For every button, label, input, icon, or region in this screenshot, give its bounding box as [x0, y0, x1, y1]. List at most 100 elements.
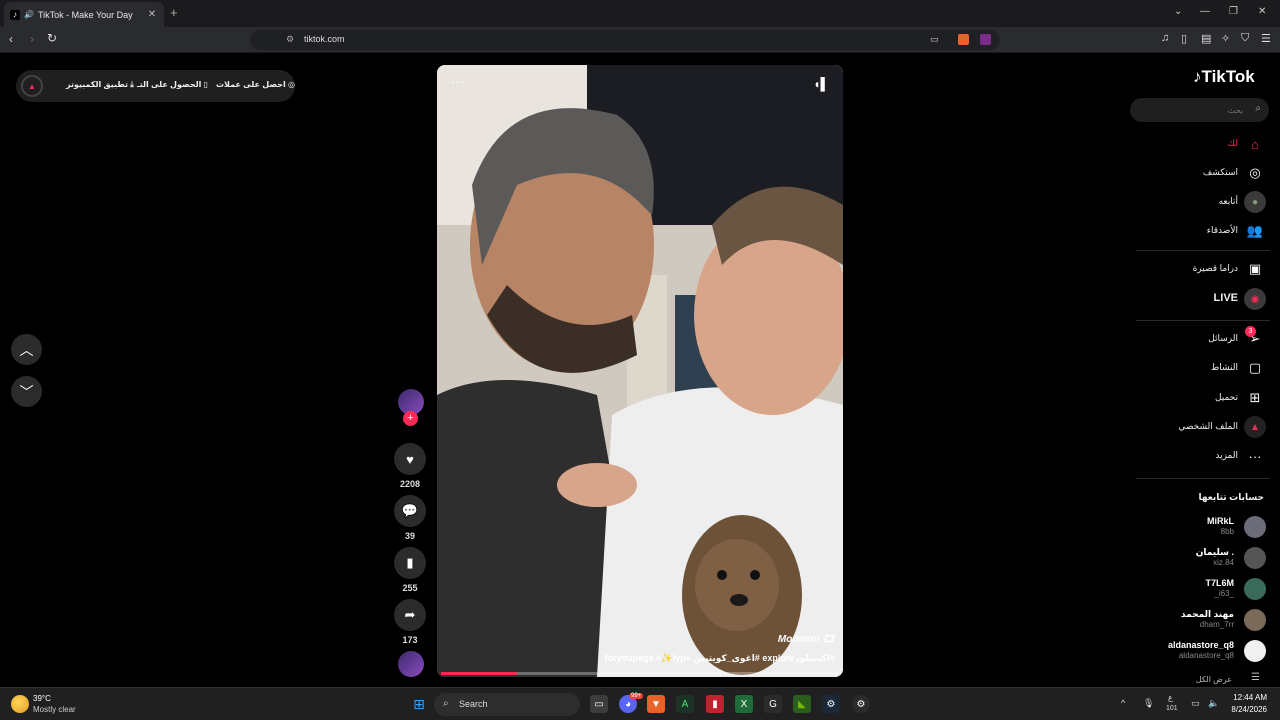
close-window-button[interactable]: ✕: [1258, 6, 1266, 17]
tray-overflow-icon[interactable]: ^: [1121, 698, 1125, 708]
new-tab-button[interactable]: +: [170, 5, 178, 20]
microphone-icon[interactable]: 🎙: [1143, 698, 1154, 709]
maximize-button[interactable]: ❐: [1229, 6, 1238, 17]
url-text[interactable]: tiktok.com: [304, 34, 345, 44]
video-options-icon[interactable]: ···: [451, 73, 465, 89]
video-progress-bar[interactable]: [441, 672, 839, 675]
vpn-icon[interactable]: ⛉: [1241, 32, 1249, 45]
forward-icon[interactable]: ›: [30, 32, 34, 46]
brave-shield-icon[interactable]: [958, 34, 969, 45]
share-icon: ➦: [404, 607, 416, 622]
sidebar-item-label: الأصدقاء: [1206, 225, 1238, 235]
like-button[interactable]: ♥: [394, 443, 426, 475]
sound-disc-icon[interactable]: [398, 651, 424, 677]
like-count: 2208: [399, 479, 421, 489]
minimize-button[interactable]: —: [1200, 6, 1210, 17]
windows-taskbar: 39°C Mostly clear ⊞ ⌕ Search ▭ ◕ 99+ ▼ A…: [0, 687, 1280, 720]
video-author[interactable]: Monmon 🎞: [778, 634, 835, 645]
account-handle: _i63_: [1214, 589, 1234, 598]
windows-start-icon[interactable]: ⊞: [410, 695, 428, 713]
settings-icon[interactable]: ⚙: [852, 695, 870, 713]
list-icon[interactable]: ☰: [1251, 672, 1260, 683]
search-input[interactable]: [1138, 102, 1243, 118]
clock-date[interactable]: 8/24/2026: [1231, 705, 1267, 714]
coin-icon: ◎: [287, 80, 295, 89]
language-sub-indicator[interactable]: 101: [1166, 705, 1178, 712]
sidebar-item-7[interactable]: الرسائل ➢ 3: [1130, 326, 1270, 352]
sidebar-item-8[interactable]: النشاط ▢: [1130, 355, 1270, 381]
video-player[interactable]: ··· ◖▌ Monmon 🎞 #اكسبلورexplore #اغوى_كو…: [437, 65, 843, 677]
tiktok-favicon-icon: ♪: [10, 9, 20, 20]
address-bar[interactable]: ⚙ tiktok.com ▭: [250, 30, 1000, 50]
get-coins-button[interactable]: احصل على عملات ◎: [216, 80, 295, 89]
following-account[interactable]: T7L6M _i63_: [1130, 575, 1270, 603]
share-button[interactable]: ➦: [394, 599, 426, 631]
speaker-icon[interactable]: 🔊: [24, 10, 34, 19]
sidebar-item-11[interactable]: المزيد ···: [1130, 443, 1270, 469]
cast-icon[interactable]: ▭: [930, 34, 939, 45]
steam-icon[interactable]: ⚙: [822, 695, 840, 713]
following-account[interactable]: سليمان . xiz.84: [1130, 544, 1270, 572]
tiktok-logo-icon[interactable]: ▲: [21, 75, 43, 97]
sidebar-item-2[interactable]: استكشف ◎: [1130, 160, 1270, 186]
site-info-icon[interactable]: ⚙: [286, 34, 294, 45]
media-icon[interactable]: ♫: [1161, 32, 1169, 44]
display-icon[interactable]: ▭: [1191, 698, 1200, 709]
get-desktop-app-button[interactable]: تطبيق الكمبيوتر ⤓: [66, 80, 134, 90]
weather-temperature[interactable]: 39°C: [33, 694, 51, 703]
sidebar-item-9[interactable]: تحميل ⊞: [1130, 385, 1270, 411]
tiktok-brand-logo[interactable]: ♪TikTok: [1193, 67, 1255, 87]
sidebar-divider: [1136, 320, 1270, 321]
bookmark-button[interactable]: ▮: [394, 547, 426, 579]
language-indicator[interactable]: ع: [1168, 693, 1173, 702]
sidebar-item-label: LIVE: [1213, 292, 1238, 304]
sidebar-toggle-icon[interactable]: ▯: [1181, 32, 1187, 45]
taskbar-search[interactable]: ⌕ Search: [434, 693, 580, 716]
comment-button[interactable]: 💬: [394, 495, 426, 527]
wallet-icon[interactable]: ▤: [1201, 32, 1211, 45]
weather-condition[interactable]: Mostly clear: [33, 705, 76, 714]
taskbar-search-label: Search: [459, 699, 488, 709]
app-g-icon[interactable]: G: [764, 695, 782, 713]
reload-icon[interactable]: ↻: [47, 31, 57, 45]
browser-tab[interactable]: ♪ 🔊 TikTok - Make Your Day ✕: [4, 2, 164, 27]
sidebar-item-6[interactable]: LIVE ◉: [1130, 286, 1270, 312]
next-video-button[interactable]: ﹀: [11, 376, 42, 407]
close-tab-icon[interactable]: ✕: [146, 9, 158, 20]
account-handle: dham_7rr: [1199, 620, 1234, 629]
nvidia-icon[interactable]: ◣: [793, 695, 811, 713]
tab-title: TikTok - Make Your Day: [37, 9, 133, 20]
sidebar-item-label: الرسائل: [1208, 333, 1238, 343]
file-explorer-icon[interactable]: ▭: [590, 695, 608, 713]
search-icon: ⌕: [443, 698, 449, 709]
clock-time[interactable]: 12:44 AM: [1233, 693, 1267, 702]
see-all-link[interactable]: عرض الكل: [1196, 675, 1232, 684]
following-account[interactable]: aldanastore_q8 aldanastore_q8: [1130, 637, 1270, 665]
account-handle: aldanastore_q8: [1178, 651, 1234, 660]
sidebar-item-3[interactable]: أتابعه ●: [1130, 189, 1270, 215]
sidebar-item-10[interactable]: الملف الشخصي ▲: [1130, 414, 1270, 440]
sidebar-item-4[interactable]: الأصدقاء 👥: [1130, 218, 1270, 244]
volume-icon[interactable]: ◖▌: [813, 77, 829, 91]
follow-plus-icon[interactable]: +: [403, 411, 418, 426]
following-account[interactable]: مهند المحمد dham_7rr: [1130, 606, 1270, 634]
video-caption[interactable]: #اكسبلورexplore #اغوى_كويتيين #foryoupag…: [605, 653, 835, 664]
leo-ai-icon[interactable]: ✧: [1221, 32, 1230, 45]
app-a-icon[interactable]: A: [676, 695, 694, 713]
weather-moon-icon[interactable]: [11, 695, 29, 713]
sidebar-item-1[interactable]: لك ⌂: [1130, 131, 1270, 157]
search-box[interactable]: ⌕: [1130, 98, 1269, 122]
following-account[interactable]: MiRkL 8bb: [1130, 513, 1270, 541]
sidebar-item-5[interactable]: دراما قصيرة ▣: [1130, 256, 1270, 282]
volume-tray-icon[interactable]: 🔈: [1208, 698, 1219, 709]
back-icon[interactable]: ‹: [9, 32, 13, 46]
rewards-icon[interactable]: [980, 34, 991, 45]
brave-browser-icon[interactable]: ▼: [647, 695, 665, 713]
search-icon[interactable]: ⌕: [1255, 103, 1261, 114]
menu-icon[interactable]: ☰: [1261, 32, 1271, 45]
tab-search-dropdown-icon[interactable]: ⌄: [1174, 6, 1182, 17]
app-red-icon[interactable]: ▮: [706, 695, 724, 713]
get-app-button[interactable]: الحصول على التـ ▯: [137, 80, 208, 89]
excel-icon[interactable]: X: [735, 695, 753, 713]
previous-video-button[interactable]: ︿: [11, 334, 42, 365]
